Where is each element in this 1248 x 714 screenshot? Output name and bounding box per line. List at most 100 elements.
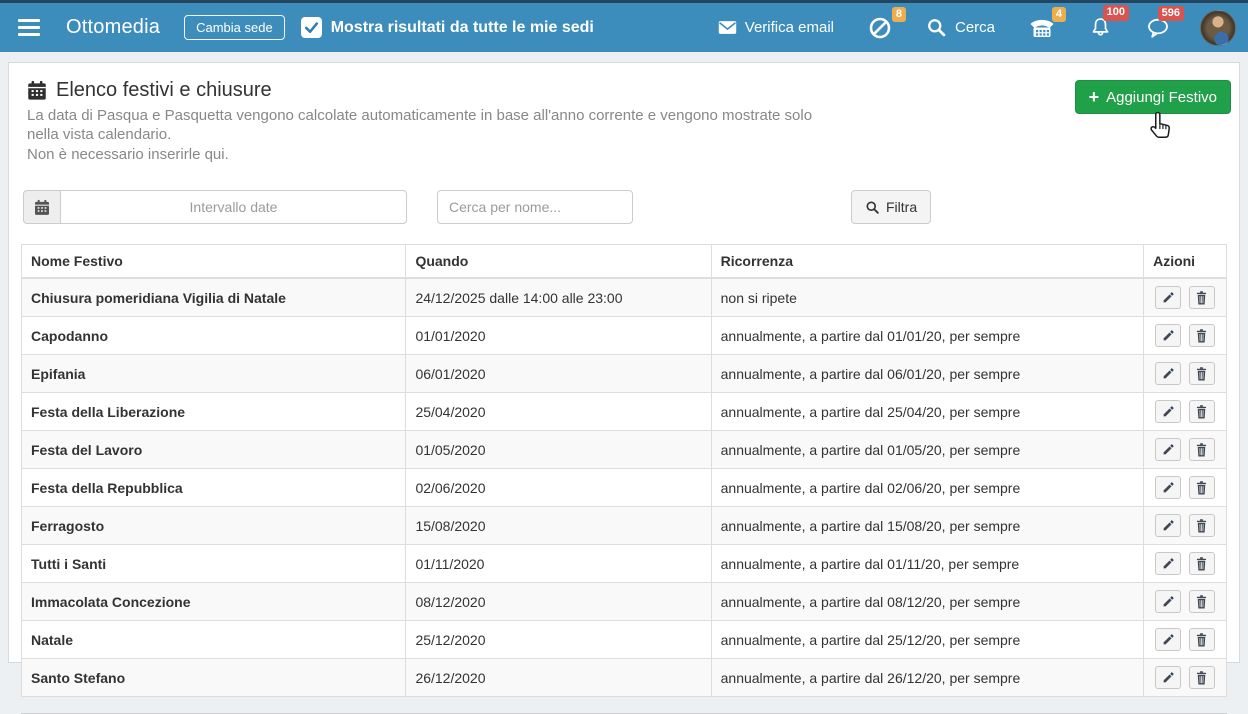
holiday-recurrence-cell: annualmente, a partire dal 06/01/20, per… <box>711 355 1143 393</box>
delete-button[interactable] <box>1189 628 1215 651</box>
holiday-name-cell: Natale <box>22 621 406 659</box>
blocked-count-badge: 8 <box>892 7 906 23</box>
holidays-table: Nome Festivo Quando Ricorrenza Azioni Ch… <box>21 244 1227 697</box>
trash-icon <box>1195 481 1208 495</box>
delete-button[interactable] <box>1189 324 1215 347</box>
holiday-actions-cell <box>1144 545 1227 583</box>
delete-button[interactable] <box>1189 400 1215 423</box>
edit-button[interactable] <box>1155 552 1181 575</box>
holiday-name-cell: Capodanno <box>22 317 406 355</box>
pencil-icon <box>1162 329 1175 342</box>
edit-button[interactable] <box>1155 400 1181 423</box>
table-row: Festa della Liberazione 25/04/2020 annua… <box>22 393 1227 431</box>
show-all-sites-label: Mostra risultati da tutte le mie sedi <box>331 19 594 37</box>
name-search-input[interactable] <box>437 190 633 224</box>
page-description: La data di Pasqua e Pasquetta vengono ca… <box>27 106 832 144</box>
search-button[interactable]: Cerca <box>926 17 995 38</box>
holiday-when-cell: 15/08/2020 <box>406 507 711 545</box>
edit-button[interactable] <box>1155 514 1181 537</box>
calendar-small-icon <box>34 199 50 216</box>
verify-email-button[interactable]: Verifica email <box>718 19 834 36</box>
messages-count-badge: 596 <box>1158 6 1184 22</box>
holiday-name-cell: Festa della Repubblica <box>22 469 406 507</box>
table-row: Chiusura pomeridiana Vigilia di Natale 2… <box>22 278 1227 317</box>
phone-count-badge: 4 <box>1052 7 1066 23</box>
holiday-name-cell: Epifania <box>22 355 406 393</box>
check-icon <box>303 19 320 36</box>
filter-bar: Filtra <box>23 190 1227 224</box>
trash-icon <box>1195 329 1208 343</box>
delete-button[interactable] <box>1189 514 1215 537</box>
envelope-icon <box>718 20 737 35</box>
notifications-button[interactable]: 100 <box>1089 16 1112 39</box>
holiday-when-cell: 02/06/2020 <box>406 469 711 507</box>
edit-button[interactable] <box>1155 476 1181 499</box>
trash-icon <box>1195 367 1208 381</box>
user-avatar[interactable] <box>1200 10 1236 46</box>
search-icon <box>926 17 947 38</box>
delete-button[interactable] <box>1189 362 1215 385</box>
trash-icon <box>1195 671 1208 685</box>
pencil-icon <box>1162 443 1175 456</box>
edit-button[interactable] <box>1155 438 1181 461</box>
phone-icon <box>1029 17 1055 39</box>
table-row: Tutti i Santi 01/11/2020 annualmente, a … <box>22 545 1227 583</box>
trash-icon <box>1195 595 1208 609</box>
holiday-when-cell: 01/01/2020 <box>406 317 711 355</box>
delete-button[interactable] <box>1189 666 1215 689</box>
pencil-icon <box>1162 291 1175 304</box>
table-row: Santo Stefano 26/12/2020 annualmente, a … <box>22 659 1227 697</box>
pencil-icon <box>1162 557 1175 570</box>
holiday-recurrence-cell: annualmente, a partire dal 01/05/20, per… <box>711 431 1143 469</box>
blocked-items-button[interactable]: 8 <box>868 16 892 40</box>
holiday-name-cell: Chiusura pomeridiana Vigilia di Natale <box>22 278 406 317</box>
edit-button[interactable] <box>1155 286 1181 309</box>
holiday-actions-cell <box>1144 431 1227 469</box>
edit-button[interactable] <box>1155 362 1181 385</box>
table-header-row: Nome Festivo Quando Ricorrenza Azioni <box>22 245 1227 279</box>
holiday-recurrence-cell: annualmente, a partire dal 08/12/20, per… <box>711 583 1143 621</box>
hamburger-menu-button[interactable] <box>12 13 46 43</box>
holiday-actions-cell <box>1144 583 1227 621</box>
delete-button[interactable] <box>1189 552 1215 575</box>
change-site-button[interactable]: Cambia sede <box>184 15 285 40</box>
holiday-recurrence-cell: annualmente, a partire dal 25/04/20, per… <box>711 393 1143 431</box>
delete-button[interactable] <box>1189 438 1215 461</box>
edit-button[interactable] <box>1155 666 1181 689</box>
mouse-cursor-pointer <box>1147 110 1175 142</box>
holiday-name-cell: Festa del Lavoro <box>22 431 406 469</box>
table-row: Festa della Repubblica 02/06/2020 annual… <box>22 469 1227 507</box>
column-header-actions: Azioni <box>1144 245 1227 279</box>
table-row: Immacolata Concezione 08/12/2020 annualm… <box>22 583 1227 621</box>
delete-button[interactable] <box>1189 590 1215 613</box>
holiday-actions-cell <box>1144 507 1227 545</box>
edit-button[interactable] <box>1155 324 1181 347</box>
table-row: Capodanno 01/01/2020 annualmente, a part… <box>22 317 1227 355</box>
edit-button[interactable] <box>1155 590 1181 613</box>
holiday-when-cell: 01/11/2020 <box>406 545 711 583</box>
pencil-icon <box>1162 481 1175 494</box>
show-all-sites-checkbox[interactable] <box>301 17 322 38</box>
date-range-addon[interactable] <box>23 190 60 224</box>
filter-button[interactable]: Filtra <box>851 190 931 224</box>
holiday-actions-cell <box>1144 355 1227 393</box>
phone-calls-button[interactable]: 4 <box>1029 17 1055 39</box>
holiday-actions-cell <box>1144 317 1227 355</box>
delete-button[interactable] <box>1189 476 1215 499</box>
edit-button[interactable] <box>1155 628 1181 651</box>
holiday-when-cell: 06/01/2020 <box>406 355 711 393</box>
holidays-panel: Elenco festivi e chiusure La data di Pas… <box>8 62 1240 663</box>
column-header-when: Quando <box>406 245 711 279</box>
notifications-count-badge: 100 <box>1103 5 1129 21</box>
date-range-input[interactable] <box>60 190 407 224</box>
add-holiday-button[interactable]: + Aggiungi Festivo <box>1075 80 1231 114</box>
table-row: Festa del Lavoro 01/05/2020 annualmente,… <box>22 431 1227 469</box>
holiday-when-cell: 25/12/2020 <box>406 621 711 659</box>
brand-title[interactable]: Ottomedia <box>66 16 160 39</box>
delete-button[interactable] <box>1189 286 1215 309</box>
table-row: Ferragosto 15/08/2020 annualmente, a par… <box>22 507 1227 545</box>
trash-icon <box>1195 405 1208 419</box>
holiday-name-cell: Ferragosto <box>22 507 406 545</box>
top-navbar: Ottomedia Cambia sede Mostra risultati d… <box>0 3 1248 52</box>
messages-button[interactable]: 596 <box>1146 17 1170 39</box>
